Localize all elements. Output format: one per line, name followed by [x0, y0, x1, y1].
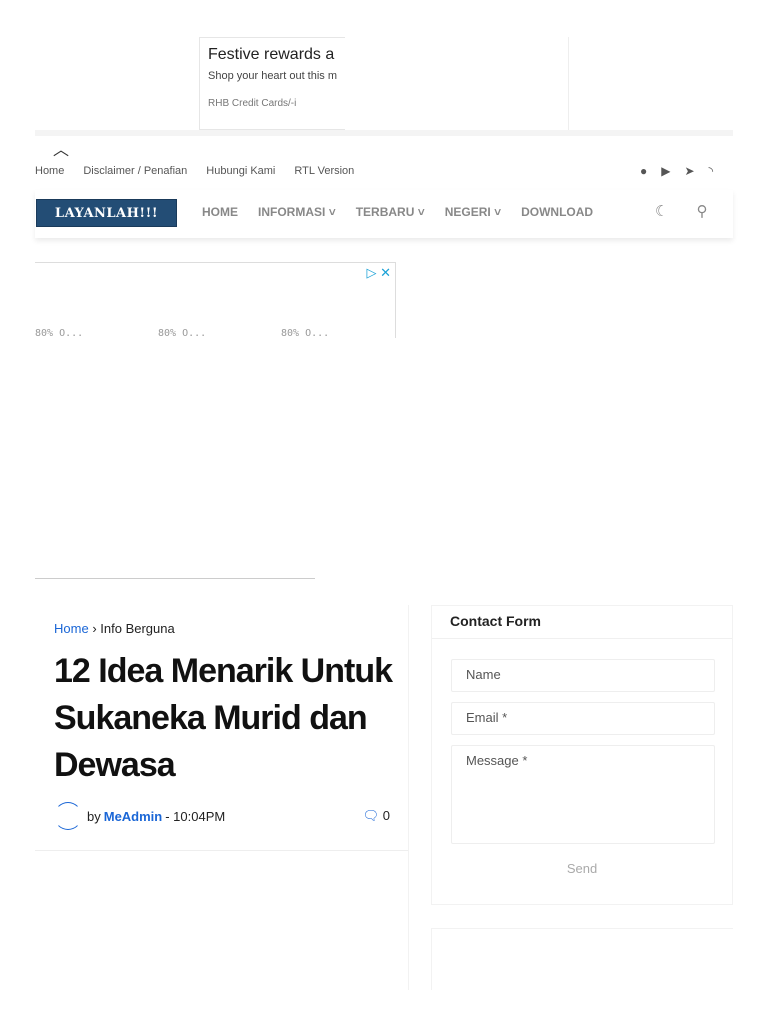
divider [408, 605, 409, 990]
chevron-down-icon: ˅ [328, 205, 336, 219]
comments-link[interactable]: 🗨 0 [363, 808, 390, 824]
post-meta: by MeAdmin - 10:04PM 🗨 0 [54, 801, 390, 831]
sidebar-widget [431, 928, 733, 990]
ad-item[interactable]: 80% O... [35, 328, 158, 339]
chevron-up-icon[interactable]: ︿ [53, 136, 69, 160]
ad-brand: RHB Credit Cards/-i [208, 98, 297, 109]
avatar[interactable] [54, 802, 82, 830]
widget-title: Contact Form [432, 606, 732, 639]
nav-download[interactable]: DOWNLOAD [521, 205, 593, 219]
divider [35, 850, 408, 851]
ad-subtitle: Shop your heart out this m [208, 70, 338, 82]
ad-item[interactable]: 80% O... [158, 328, 281, 339]
breadcrumb-home[interactable]: Home [54, 621, 89, 636]
post-time: - 10:04PM [165, 808, 226, 824]
contact-form-widget: Contact Form Name Email * Message * Send [431, 605, 733, 905]
post-title: 12 Idea Menarik Untuk Sukaneka Murid dan… [54, 652, 393, 784]
top-nav-home[interactable]: Home [35, 165, 64, 177]
rss-icon[interactable]: ◝ [709, 164, 714, 178]
chevron-down-icon: ˅ [417, 205, 425, 219]
ad-banner[interactable]: Festive rewards a Shop your heart out th… [199, 37, 345, 130]
top-nav-disclaimer[interactable]: Disclaimer / Penafian [83, 165, 187, 177]
nav-informasi[interactable]: INFORMASI ˅ [258, 205, 336, 219]
adchoices-close-icon[interactable]: ▷ ✕ [366, 265, 391, 281]
nav-label: NEGERI [444, 205, 491, 219]
send-button[interactable]: Send [432, 861, 732, 876]
facebook-icon[interactable]: ● [640, 164, 647, 178]
breadcrumb-current[interactable]: Info Berguna [100, 621, 174, 636]
email-input[interactable]: Email * [451, 702, 715, 735]
search-icon[interactable]: ⚲ [696, 202, 707, 220]
divider [35, 130, 733, 136]
dark-mode-moon-icon[interactable]: ☾ [655, 202, 668, 220]
main-nav: HOME INFORMASI ˅ TERBARU ˅ NEGERI ˅ DOWN… [202, 205, 593, 219]
divider [568, 37, 569, 130]
breadcrumb: Home › Info Berguna [54, 621, 175, 636]
nav-negeri[interactable]: NEGERI ˅ [445, 205, 501, 219]
ad-title: Festive rewards a [208, 46, 335, 63]
by-label: by [87, 808, 101, 824]
nav-label: INFORMASI [258, 205, 326, 219]
message-textarea[interactable]: Message * [451, 745, 715, 844]
comment-count: 0 [382, 808, 390, 823]
telegram-icon[interactable]: ➤ [684, 164, 694, 178]
header-icons: ☾ ⚲ [655, 202, 707, 220]
social-links: ● ▶ ➤ ◝ [640, 164, 713, 178]
comment-icon: 🗨 [362, 808, 380, 823]
site-logo[interactable]: LAYANLAH!!! [36, 199, 177, 227]
top-nav-rtl[interactable]: RTL Version [294, 165, 354, 177]
nav-home[interactable]: HOME [202, 205, 238, 219]
nav-label: TERBARU [355, 205, 415, 219]
site-header: LAYANLAH!!! HOME INFORMASI ˅ TERBARU ˅ N… [35, 190, 733, 238]
breadcrumb-separator: › [92, 621, 97, 636]
chevron-down-icon: ˅ [494, 205, 502, 219]
name-input[interactable]: Name [451, 659, 715, 692]
author-link[interactable]: MeAdmin [104, 809, 163, 824]
top-nav: Home Disclaimer / Penafian Hubungi Kami … [35, 165, 354, 177]
ad-item[interactable]: 80% O... [281, 328, 404, 339]
divider [35, 578, 315, 579]
nav-terbaru[interactable]: TERBARU ˅ [356, 205, 425, 219]
youtube-icon[interactable]: ▶ [661, 164, 670, 178]
ad-block[interactable]: ▷ ✕ 80% O... 80% O... 80% O... [35, 262, 396, 339]
top-nav-contact[interactable]: Hubungi Kami [206, 165, 275, 177]
